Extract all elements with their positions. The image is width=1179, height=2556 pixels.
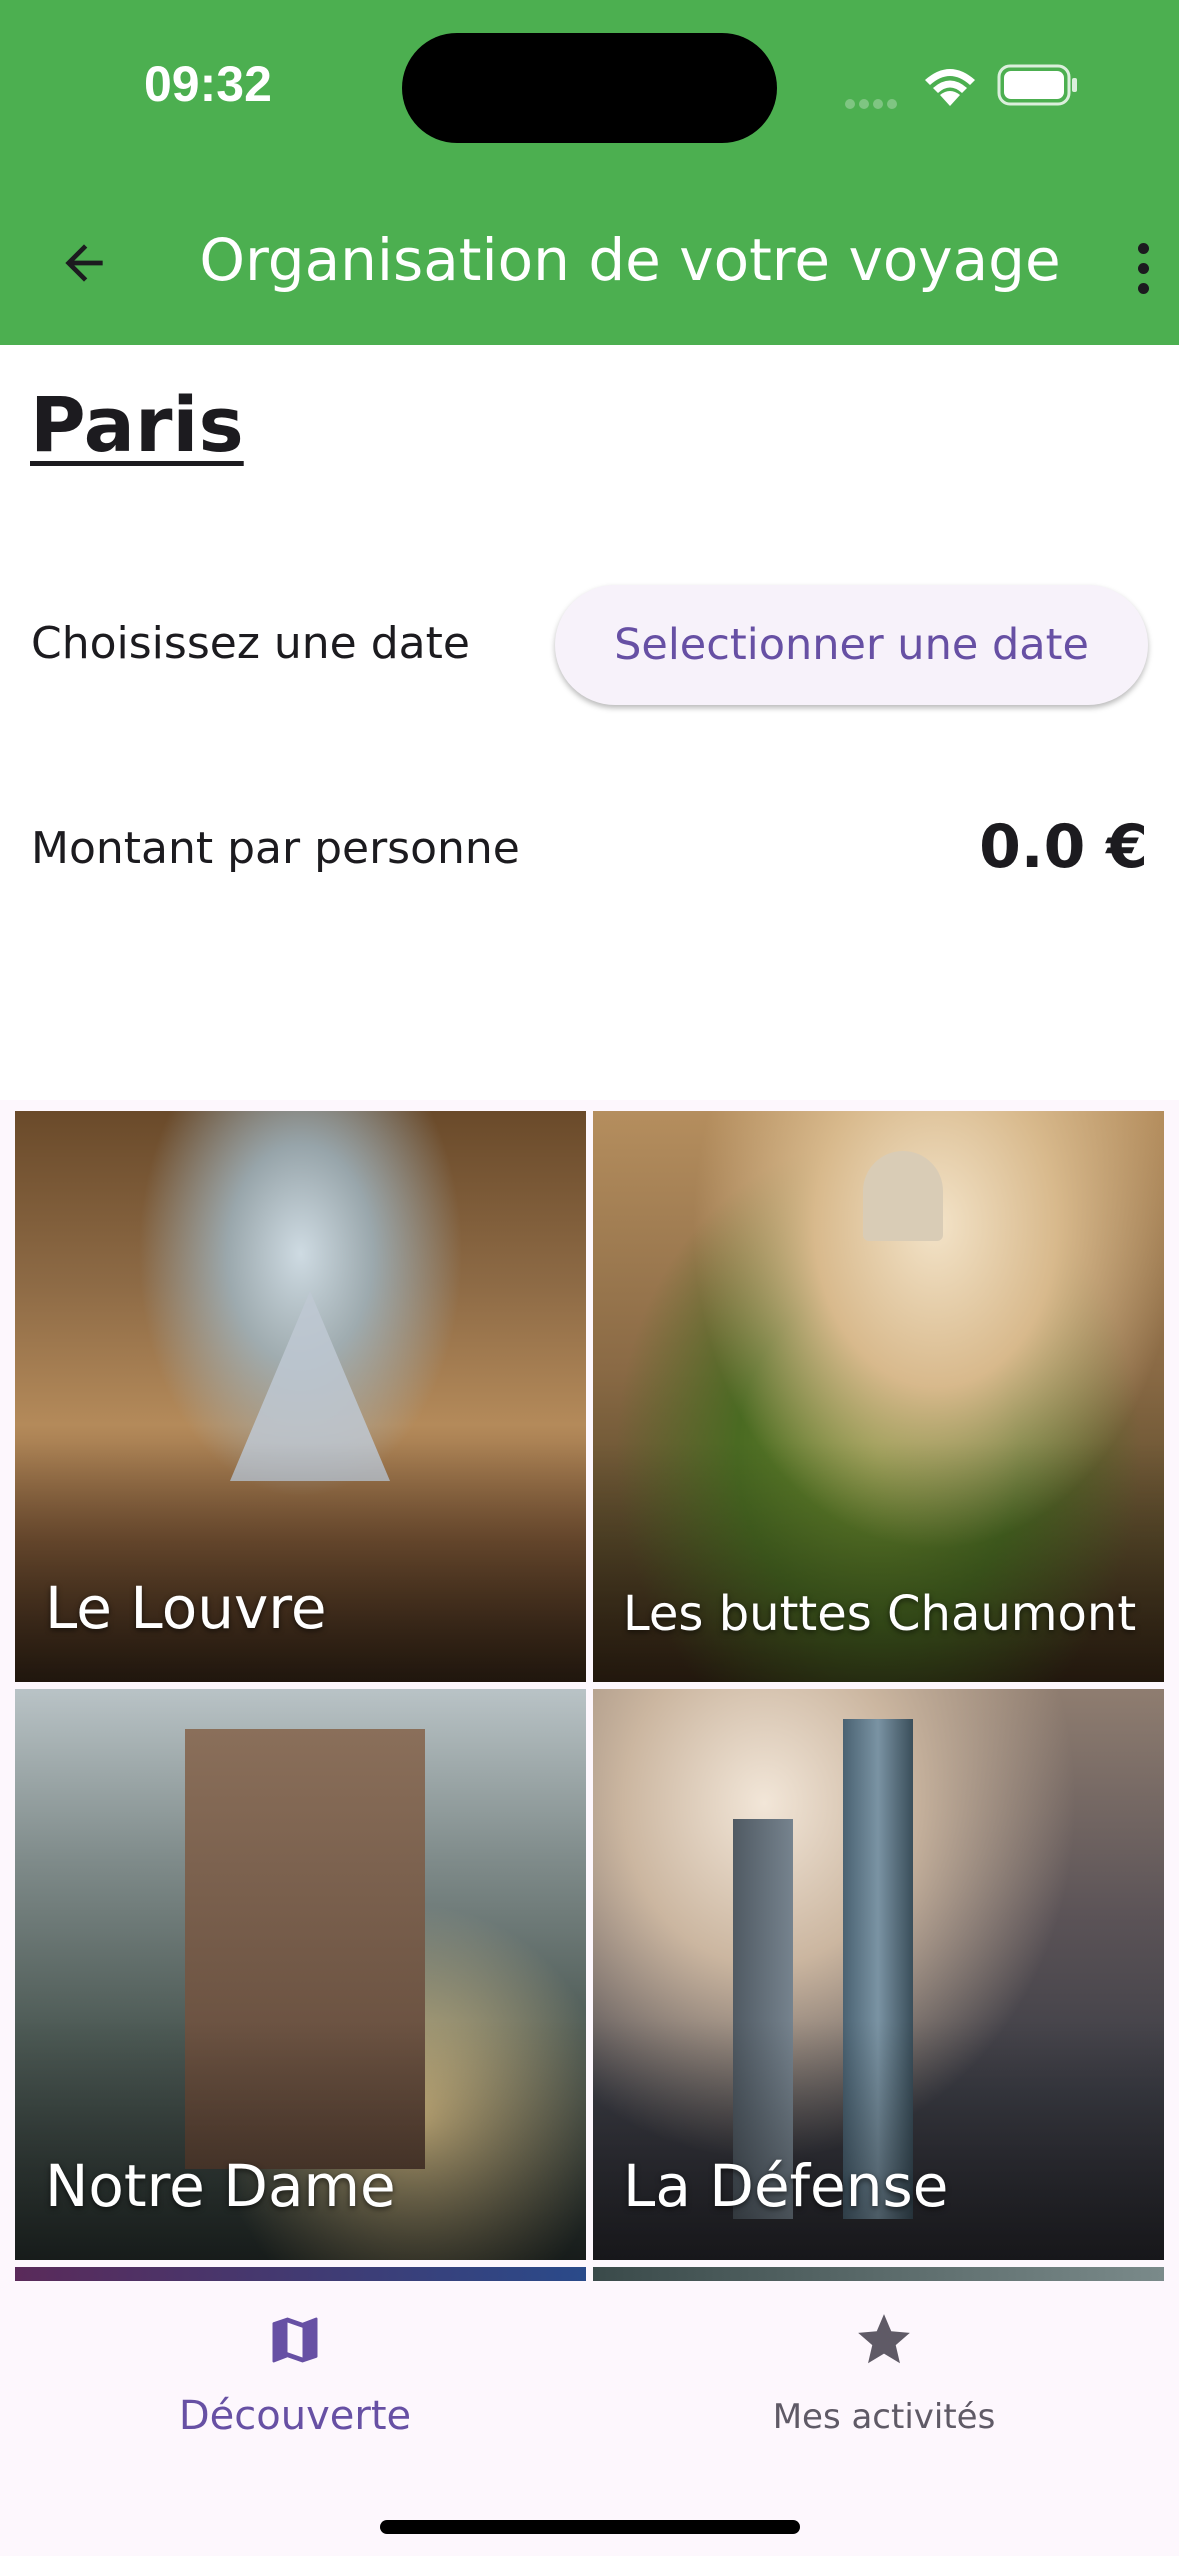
nav-item-mes-activites[interactable]: Mes activités <box>589 2281 1179 2501</box>
select-date-button[interactable]: Selectionner une date <box>555 585 1148 705</box>
nav-label: Découverte <box>178 2393 412 2439</box>
place-image <box>593 2267 1164 2281</box>
place-name: Le Louvre <box>45 1574 327 1642</box>
amount-value: 0.0 € <box>979 812 1148 882</box>
place-image <box>15 2267 586 2281</box>
wifi-icon <box>920 62 980 113</box>
place-card-notre-dame[interactable]: Notre Dame <box>15 1689 586 2260</box>
map-icon <box>272 2317 318 2363</box>
date-label: Choisissez une date <box>31 618 470 669</box>
home-indicator[interactable] <box>380 2520 800 2534</box>
nav-label: Mes activités <box>772 2397 996 2437</box>
status-time: 09:32 <box>144 56 272 112</box>
bottom-navigation: Découverte Mes activités <box>0 2281 1179 2556</box>
battery-icon <box>997 64 1081 113</box>
nav-item-decouverte[interactable]: Découverte <box>0 2281 590 2501</box>
city-title: Paris <box>30 380 244 469</box>
app-bar: 09:32 Organisation de votre voyage <box>0 0 1179 345</box>
page-title: Organisation de votre voyage <box>199 226 1061 294</box>
cellular-signal-icon <box>845 96 901 114</box>
back-button[interactable] <box>48 227 120 299</box>
amount-label: Montant par personne <box>31 823 520 874</box>
place-card-la-defense[interactable]: La Défense <box>593 1689 1164 2260</box>
more-vert-icon <box>1137 242 1149 254</box>
place-name: Notre Dame <box>45 2152 396 2220</box>
more-options-button[interactable] <box>1118 233 1168 303</box>
place-card-louvre[interactable]: Le Louvre <box>15 1111 586 1682</box>
dynamic-island <box>402 33 777 143</box>
place-name: La Défense <box>623 2152 949 2220</box>
place-card-buttes-chaumont[interactable]: Les buttes Chaumont <box>593 1111 1164 1682</box>
star-icon <box>858 2314 910 2364</box>
place-card-partial[interactable] <box>15 2267 586 2281</box>
place-card-partial[interactable] <box>593 2267 1164 2281</box>
place-name: Les buttes Chaumont <box>623 1586 1137 1642</box>
arrow-back-icon <box>65 244 103 282</box>
